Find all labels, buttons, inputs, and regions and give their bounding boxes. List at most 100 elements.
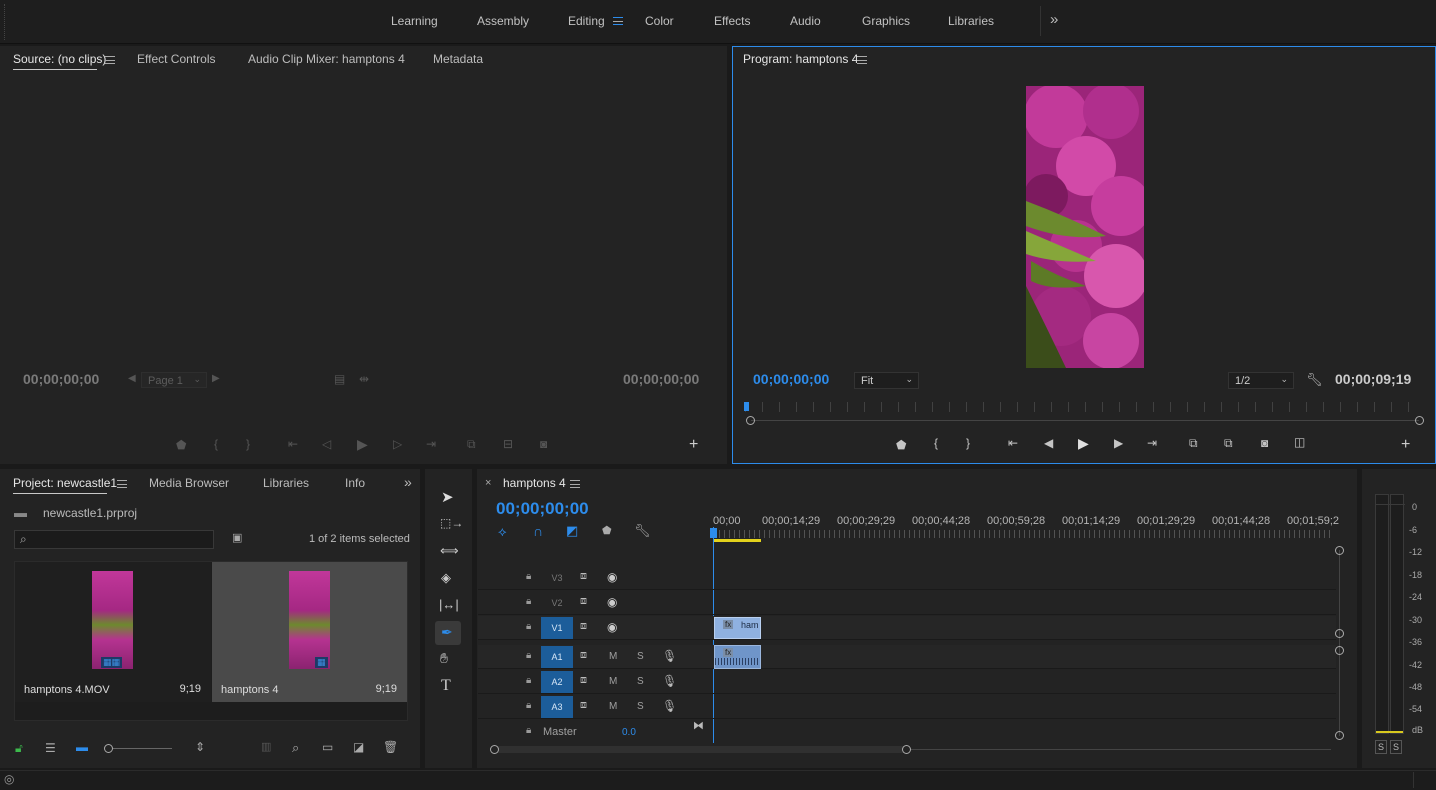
timeline-tab[interactable]: hamptons 4 xyxy=(503,476,566,490)
close-icon[interactable]: × xyxy=(485,478,491,489)
zoom-handle-left[interactable] xyxy=(746,416,755,425)
track-target[interactable]: V1 xyxy=(541,617,573,639)
step-back-icon[interactable]: ◁ xyxy=(322,438,331,450)
lock-icon[interactable]: 🔒︎ xyxy=(526,572,531,582)
mute-button[interactable]: M xyxy=(609,701,617,712)
tab-effect-controls[interactable]: Effect Controls xyxy=(137,52,215,66)
list-view-icon[interactable]: ☰ xyxy=(45,742,56,754)
type-tool-icon[interactable]: T xyxy=(441,678,451,694)
next-page-icon[interactable]: ▶ xyxy=(212,374,220,384)
program-zoom-bar[interactable] xyxy=(751,420,1419,421)
workspace-editing[interactable]: Editing xyxy=(568,14,605,28)
insert-icon[interactable]: ⧉ xyxy=(467,438,476,450)
video-clip[interactable]: fx ham xyxy=(714,617,761,639)
program-title[interactable]: Program: hamptons 4 xyxy=(743,52,858,66)
eye-icon[interactable]: ◉ xyxy=(607,571,617,583)
sync-lock-icon[interactable]: ⧈ xyxy=(580,675,587,686)
project-item[interactable]: ▦▦ hamptons 4.MOV 9;19 xyxy=(15,562,211,702)
resolution-select[interactable]: 1/2 ⌄ xyxy=(1228,372,1294,389)
step-forward-icon[interactable]: ▷ xyxy=(393,438,402,450)
search-input[interactable] xyxy=(35,532,209,547)
scroll-handle[interactable] xyxy=(1335,629,1344,638)
vertical-scrollbar[interactable] xyxy=(1339,550,1340,736)
track-target[interactable]: V3 xyxy=(541,567,573,589)
audio-clip[interactable]: fx xyxy=(714,645,761,669)
tab-info[interactable]: Info xyxy=(345,476,365,490)
tab-project[interactable]: Project: newcastle1 xyxy=(13,476,117,490)
scroll-track-thumb[interactable] xyxy=(495,746,907,753)
new-item-icon[interactable]: ◪ xyxy=(353,741,364,753)
find-in-bin-icon[interactable]: ▣ xyxy=(232,533,242,544)
camera-icon[interactable]: ◙ xyxy=(540,438,547,450)
go-to-in-icon[interactable]: ⇤ xyxy=(1008,437,1018,449)
scroll-handle[interactable] xyxy=(1335,731,1344,740)
add-button-icon[interactable]: + xyxy=(1401,437,1410,453)
workspace-graphics[interactable]: Graphics xyxy=(862,14,910,28)
add-marker-icon[interactable]: ⬟ xyxy=(602,526,612,537)
mark-in-icon[interactable]: { xyxy=(214,438,218,450)
workspace-assembly[interactable]: Assembly xyxy=(477,14,529,28)
scroll-handle[interactable] xyxy=(1335,546,1344,555)
go-to-master-icon[interactable]: ⧓ xyxy=(693,721,704,732)
prev-page-icon[interactable]: ◀ xyxy=(128,374,136,384)
workspace-effects[interactable]: Effects xyxy=(714,14,750,28)
tab-audio-clip-mixer[interactable]: Audio Clip Mixer: hamptons 4 xyxy=(248,52,405,66)
lock-icon[interactable]: 🔒︎ xyxy=(526,651,531,661)
timeline-timecode[interactable]: 00;00;00;00 xyxy=(496,499,589,519)
nest-icon[interactable]: ⟡ xyxy=(498,525,507,538)
automate-icon[interactable]: ▥ xyxy=(261,742,271,753)
mark-out-icon[interactable]: } xyxy=(966,437,970,449)
go-to-out-icon[interactable]: ⇥ xyxy=(426,438,436,450)
comparison-view-icon[interactable]: ◫ xyxy=(1294,436,1305,448)
timeline-time-ruler[interactable] xyxy=(714,530,1334,538)
project-menu-icon[interactable] xyxy=(117,480,127,488)
lock-icon[interactable]: 🔓︎ xyxy=(15,742,23,754)
grip-icon[interactable] xyxy=(4,4,10,40)
sync-lock-icon[interactable]: ⧈ xyxy=(580,596,587,607)
creative-cloud-icon[interactable]: ◎ xyxy=(4,773,14,785)
timeline-settings-icon[interactable]: 🔧︎ xyxy=(634,524,651,537)
source-menu-icon[interactable] xyxy=(105,56,115,64)
razor-tool-icon[interactable]: ◈ xyxy=(441,571,451,584)
solo-button[interactable]: S xyxy=(637,651,644,662)
camera-icon[interactable]: ◙ xyxy=(1261,437,1268,449)
mark-in-icon[interactable]: { xyxy=(934,437,938,449)
film-icon[interactable]: ▤ xyxy=(334,373,345,385)
workspace-libraries[interactable]: Libraries xyxy=(948,14,994,28)
extract-icon[interactable]: ⧉ xyxy=(1224,437,1233,449)
microphone-icon[interactable]: 🎙︎ xyxy=(662,650,677,662)
new-bin-icon[interactable]: ▭ xyxy=(322,741,333,753)
add-marker-icon[interactable]: ⬟ xyxy=(896,439,906,451)
more-panels-icon[interactable]: » xyxy=(404,475,412,489)
program-time-ruler[interactable] xyxy=(745,402,1425,412)
fit-select[interactable]: Fit ⌄ xyxy=(854,372,919,389)
eye-icon[interactable]: ◉ xyxy=(607,596,617,608)
selection-tool-icon[interactable]: ➤ xyxy=(441,490,454,505)
sort-icon[interactable]: ⇕ xyxy=(195,741,205,753)
microphone-icon[interactable]: 🎙︎ xyxy=(662,700,677,712)
play-icon[interactable]: ▶ xyxy=(357,437,368,451)
workspace-menu-icon[interactable] xyxy=(613,17,623,25)
mute-button[interactable]: M xyxy=(609,651,617,662)
track-target[interactable]: A1 xyxy=(541,646,573,668)
project-search[interactable]: ⌕ xyxy=(14,530,214,549)
go-to-in-icon[interactable]: ⇤ xyxy=(288,438,298,450)
workspace-learning[interactable]: Learning xyxy=(391,14,438,28)
add-button-icon[interactable]: + xyxy=(689,437,698,453)
sync-lock-icon[interactable]: ⧈ xyxy=(580,571,587,582)
lift-icon[interactable]: ⧉ xyxy=(1189,437,1198,449)
lock-icon[interactable]: 🔒︎ xyxy=(526,726,531,736)
go-to-out-icon[interactable]: ⇥ xyxy=(1147,437,1157,449)
microphone-icon[interactable]: 🎙︎ xyxy=(662,675,677,687)
track-target[interactable]: A3 xyxy=(541,696,573,718)
add-marker-icon[interactable]: ⬟ xyxy=(176,439,186,451)
solo-button[interactable]: S xyxy=(637,676,644,687)
zoom-handle-left[interactable] xyxy=(490,745,499,754)
mark-out-icon[interactable]: } xyxy=(246,438,250,450)
timeline-menu-icon[interactable] xyxy=(570,480,580,488)
page-select[interactable]: Page 1 ⌄ xyxy=(141,372,207,388)
project-item[interactable]: ▦ hamptons 4 9;19 xyxy=(212,562,407,702)
sync-lock-icon[interactable]: ⧈ xyxy=(580,650,587,661)
tab-metadata[interactable]: Metadata xyxy=(433,52,483,66)
wrench-icon[interactable]: 🔧︎ xyxy=(1306,373,1323,386)
